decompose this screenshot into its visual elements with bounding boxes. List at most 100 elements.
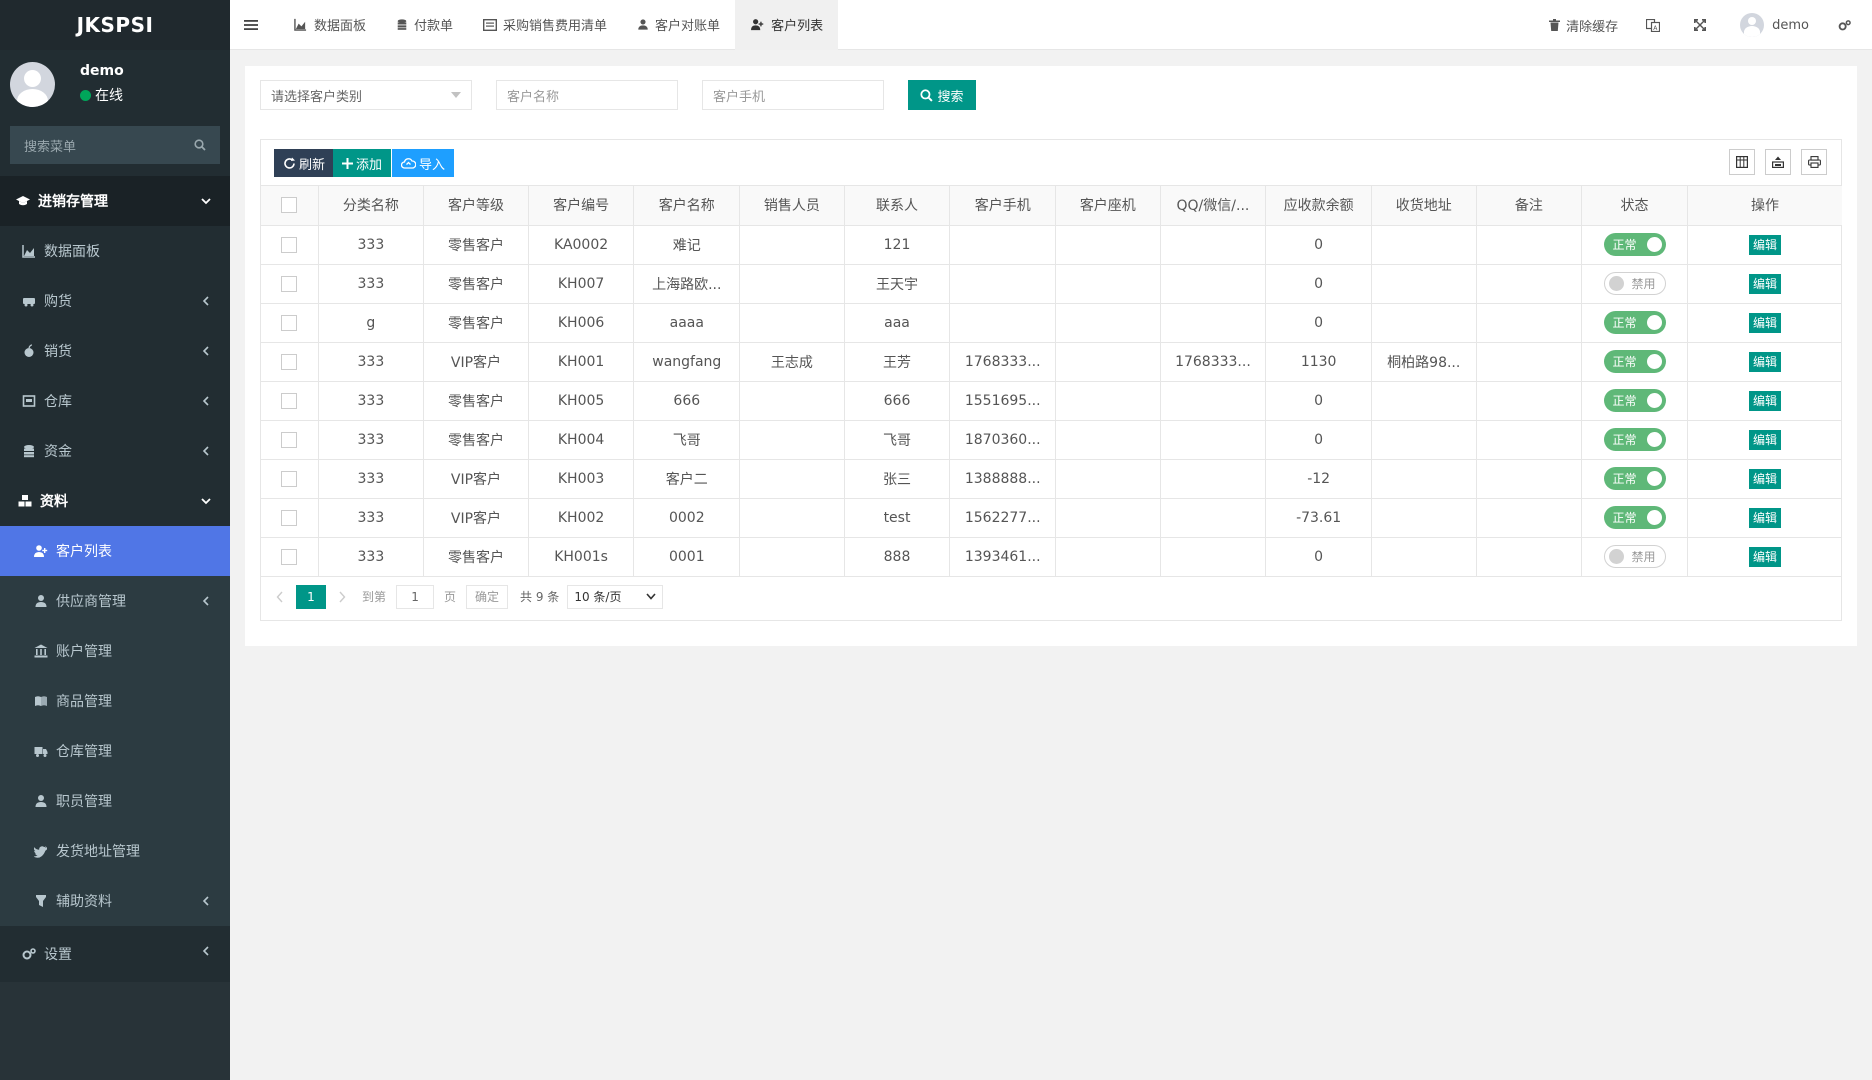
search-button[interactable]: 搜索 bbox=[908, 80, 976, 110]
edit-button[interactable]: 编辑 bbox=[1748, 546, 1781, 567]
tab-customer-statement[interactable]: 客户对账单 bbox=[622, 0, 735, 50]
export-button[interactable] bbox=[1765, 149, 1791, 175]
sidebar-item-funds[interactable]: 资金 bbox=[0, 426, 230, 476]
page-current[interactable]: 1 bbox=[296, 584, 326, 609]
column-header[interactable]: 客户等级 bbox=[423, 186, 529, 226]
sidebar-item-settings[interactable]: 设置 bbox=[0, 926, 230, 982]
status-toggle[interactable]: 正常 bbox=[1603, 311, 1666, 334]
menu-search-input[interactable]: 搜索菜单 bbox=[10, 126, 220, 164]
column-filter-button[interactable] bbox=[1729, 149, 1755, 175]
customer-phone-input[interactable]: 客户手机 bbox=[702, 80, 884, 110]
refresh-button[interactable]: 刷新 bbox=[274, 149, 335, 177]
row-checkbox[interactable] bbox=[281, 275, 298, 292]
row-checkbox[interactable] bbox=[281, 314, 298, 331]
column-header[interactable]: 备注 bbox=[1476, 186, 1583, 226]
tab-expense-list[interactable]: 采购销售费用清单 bbox=[468, 0, 622, 50]
customer-category-select[interactable]: 请选择客户类别 bbox=[260, 80, 472, 110]
sidebar-item-data[interactable]: 资料 bbox=[0, 476, 230, 526]
sidebar-item-warehouse-manage[interactable]: 仓库管理 bbox=[0, 726, 230, 776]
edit-button[interactable]: 编辑 bbox=[1748, 351, 1781, 372]
edit-button[interactable]: 编辑 bbox=[1748, 507, 1781, 528]
sidebar-item-warehouse[interactable]: 仓库 bbox=[0, 376, 230, 426]
print-icon bbox=[1807, 156, 1821, 168]
column-header[interactable]: 收货地址 bbox=[1371, 186, 1477, 226]
goto-confirm-button[interactable]: 确定 bbox=[466, 584, 509, 609]
row-checkbox[interactable] bbox=[281, 392, 298, 409]
sidebar-item-dashboard[interactable]: 数据面板 bbox=[0, 226, 230, 276]
column-header[interactable]: 状态 bbox=[1581, 186, 1688, 226]
cell-code: KH001 bbox=[528, 342, 635, 382]
column-header[interactable]: 销售人员 bbox=[739, 186, 845, 226]
column-header[interactable]: 分类名称 bbox=[318, 186, 425, 226]
edit-button[interactable]: 编辑 bbox=[1748, 390, 1781, 411]
status-toggle[interactable]: 正常 bbox=[1603, 467, 1666, 490]
fullscreen-button[interactable] bbox=[1680, 0, 1726, 50]
status-toggle[interactable]: 正常 bbox=[1603, 350, 1666, 373]
row-checkbox[interactable] bbox=[281, 470, 298, 487]
select-all-checkbox[interactable] bbox=[281, 197, 298, 214]
clear-cache-button[interactable]: 清除缓存 bbox=[1535, 0, 1632, 50]
sidebar-item-aux-data[interactable]: 辅助资料 bbox=[0, 876, 230, 926]
sidebar-item-label: 商品管理 bbox=[56, 694, 112, 710]
sidebar-item-purchase[interactable]: 购货 bbox=[0, 276, 230, 326]
status-toggle[interactable]: 正常 bbox=[1603, 506, 1666, 529]
add-button[interactable]: 添加 bbox=[333, 149, 392, 177]
sidebar-item-staff[interactable]: 职员管理 bbox=[0, 776, 230, 826]
column-header[interactable]: 客户座机 bbox=[1055, 186, 1161, 226]
row-checkbox[interactable] bbox=[281, 548, 298, 565]
row-checkbox[interactable] bbox=[281, 509, 298, 526]
sidebar-item-sales[interactable]: 销货 bbox=[0, 326, 230, 376]
sidebar-item-products[interactable]: 商品管理 bbox=[0, 676, 230, 726]
sidebar-item-inventory[interactable]: 进销存管理 bbox=[0, 176, 230, 226]
column-header[interactable]: 操作 bbox=[1687, 186, 1842, 226]
cell-mobile bbox=[949, 225, 1057, 265]
page-size-select[interactable]: 10 条/页 bbox=[567, 584, 664, 609]
chevron-left-icon bbox=[202, 396, 209, 406]
row-checkbox[interactable] bbox=[281, 236, 298, 253]
import-button[interactable]: 导入 bbox=[392, 149, 455, 177]
tab-dashboard[interactable]: 数据面板 bbox=[278, 0, 381, 50]
status-toggle[interactable]: 正常 bbox=[1603, 389, 1666, 412]
tab-payment[interactable]: 付款单 bbox=[381, 0, 468, 50]
page-number-input[interactable]: 1 bbox=[396, 584, 435, 609]
edit-button[interactable]: 编辑 bbox=[1748, 468, 1781, 489]
column-header[interactable]: 客户编号 bbox=[528, 186, 635, 226]
column-header[interactable]: 客户名称 bbox=[633, 186, 741, 226]
prev-page-icon[interactable] bbox=[276, 591, 284, 603]
row-checkbox[interactable] bbox=[281, 431, 298, 448]
cell-tel bbox=[1055, 498, 1161, 538]
edit-button[interactable]: 编辑 bbox=[1748, 429, 1781, 450]
search-icon[interactable] bbox=[194, 139, 206, 151]
sidebar-item-suppliers[interactable]: 供应商管理 bbox=[0, 576, 230, 626]
language-button[interactable]: A bbox=[1632, 0, 1680, 50]
settings-button[interactable] bbox=[1823, 0, 1872, 50]
chevron-left-icon bbox=[202, 296, 209, 306]
sidebar-item-accounts[interactable]: 账户管理 bbox=[0, 626, 230, 676]
user-menu[interactable]: demo bbox=[1726, 0, 1823, 50]
next-page-icon[interactable] bbox=[338, 591, 346, 603]
column-header[interactable]: QQ/微信/... bbox=[1160, 186, 1267, 226]
column-header[interactable]: 联系人 bbox=[844, 186, 951, 226]
online-dot-icon bbox=[80, 89, 91, 101]
status-toggle[interactable]: 正常 bbox=[1603, 428, 1666, 451]
status-toggle[interactable]: 正常 bbox=[1603, 233, 1666, 256]
print-button[interactable] bbox=[1801, 149, 1827, 175]
cell-cat: 333 bbox=[318, 225, 425, 265]
edit-button[interactable]: 编辑 bbox=[1748, 273, 1781, 294]
table-header-row: 分类名称 客户等级 客户编号 客户名称 销售人员 联系人 客户手机 客户座机 Q… bbox=[261, 186, 1842, 226]
customer-name-input[interactable]: 客户名称 bbox=[496, 80, 678, 110]
column-header[interactable]: 应收款余额 bbox=[1265, 186, 1372, 226]
sidebar-item-customer-list[interactable]: 客户列表 bbox=[0, 526, 230, 576]
status-toggle[interactable]: 禁用 bbox=[1603, 272, 1666, 295]
toggle-knob-icon bbox=[1646, 510, 1662, 525]
column-header[interactable]: 客户手机 bbox=[949, 186, 1057, 226]
menu-toggle-button[interactable] bbox=[230, 0, 278, 50]
sidebar-item-label: 销货 bbox=[44, 344, 72, 360]
sidebar-item-shipping-address[interactable]: 发货地址管理 bbox=[0, 826, 230, 876]
tab-customer-list[interactable]: 客户列表 bbox=[735, 0, 839, 50]
app-logo[interactable]: JKSPSI bbox=[0, 0, 230, 50]
row-checkbox[interactable] bbox=[281, 353, 298, 370]
edit-button[interactable]: 编辑 bbox=[1748, 234, 1781, 255]
edit-button[interactable]: 编辑 bbox=[1748, 312, 1781, 333]
status-toggle[interactable]: 禁用 bbox=[1603, 545, 1666, 568]
